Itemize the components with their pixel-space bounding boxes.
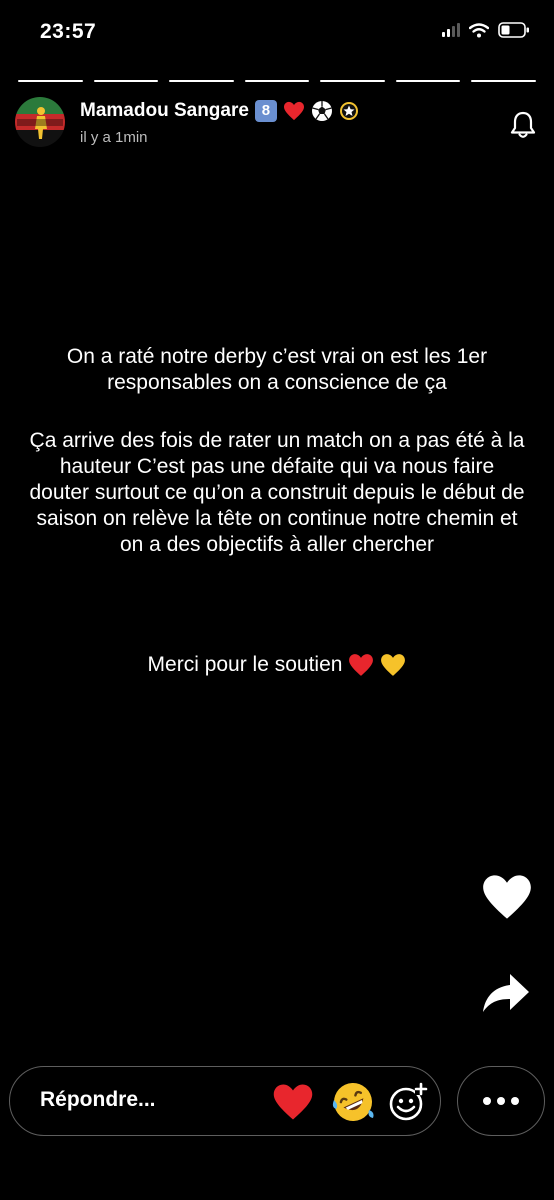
red-heart-icon — [283, 101, 304, 121]
user-name-row[interactable]: Mamadou Sangare 8 — [80, 100, 359, 122]
like-heart-icon[interactable] — [481, 873, 533, 921]
user-name[interactable]: Mamadou Sangare — [80, 100, 249, 122]
progress-segment — [244, 80, 310, 82]
avatar[interactable] — [15, 97, 65, 147]
cellular-signal-icon — [442, 23, 460, 37]
more-options-icon — [483, 1097, 491, 1105]
add-reaction-icon[interactable] — [387, 1081, 429, 1123]
progress-segment — [169, 80, 234, 82]
more-options-button[interactable] — [457, 1066, 545, 1136]
avatar-image — [15, 97, 65, 147]
progress-segment — [320, 80, 385, 82]
reply-input[interactable]: Répondre... — [40, 1088, 156, 1112]
keycap-eight-badge: 8 — [254, 100, 277, 122]
progress-segment — [18, 80, 83, 82]
red-heart-reaction-icon[interactable] — [272, 1082, 314, 1122]
story-timestamp: il y a 1min — [80, 129, 148, 146]
wifi-icon — [469, 22, 489, 37]
red-heart-icon — [349, 654, 374, 676]
rolling-laughing-face-icon[interactable] — [331, 1080, 375, 1124]
story-paragraph: On a raté notre derby c’est vrai on est … — [66, 345, 488, 394]
story-paragraph: Ça arrive des fois de rater un match on … — [29, 429, 525, 556]
progress-segment — [471, 80, 537, 82]
battery-icon — [498, 22, 529, 38]
status-bar: 23:57 — [0, 0, 554, 66]
yellow-heart-icon — [381, 654, 406, 676]
status-time: 23:57 — [40, 20, 97, 43]
progress-segment — [395, 80, 461, 82]
progress-segment — [93, 80, 159, 82]
thanks-text: Merci pour le soutien — [147, 653, 343, 676]
reply-bar[interactable]: Répondre... — [9, 1066, 441, 1136]
star-badge-icon — [339, 102, 358, 120]
soccer-ball-icon — [311, 101, 332, 121]
status-icons — [442, 22, 530, 38]
share-arrow-icon[interactable] — [481, 972, 531, 1014]
bell-icon[interactable] — [508, 110, 538, 140]
story-paragraph-thanks: Merci pour le soutien — [28, 652, 526, 678]
story-progress-bar — [18, 80, 537, 82]
